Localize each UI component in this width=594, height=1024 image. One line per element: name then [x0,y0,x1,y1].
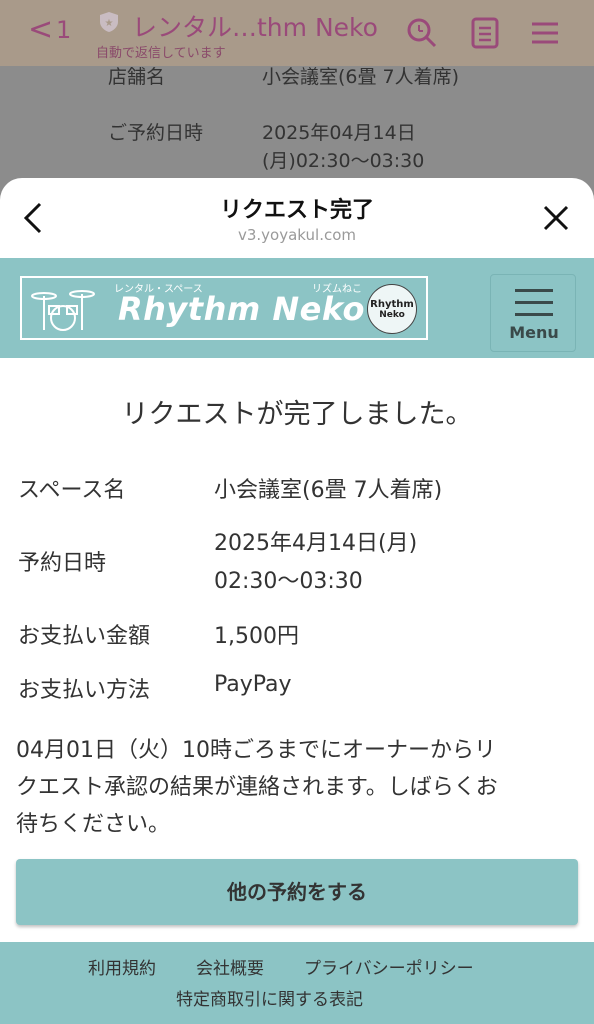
search-icon[interactable] [404,16,438,50]
bg-date-label: ご予約日時 [108,122,204,144]
sheet-url: v3.yoyakul.com [237,226,356,244]
notes-icon[interactable] [468,16,502,50]
logo-text: Rhythm Neko [118,290,365,328]
unread-count: 1 [56,16,72,44]
payment-method-label: お支払い方法 [18,678,151,703]
reservation-time-value: 02:30～03:30 [214,569,363,594]
site-footer: 利用規約 会社概要 プライバシーポリシー 特定商取引に関する表記 [0,942,594,1024]
chat-header: < 1 ★ レンタル…thm Neko 自動で返信しています [0,0,594,66]
chat-background: < 1 ★ レンタル…thm Neko 自動で返信しています 店舗名 小会議室(… [0,0,594,200]
bg-date-value-line1: 2025年04月14日 [262,122,416,144]
menu-label: Menu [509,323,559,342]
reservation-datetime-label: 予約日時 [18,551,107,576]
footer-link-privacy[interactable]: プライバシーポリシー [304,954,474,979]
chat-subtitle: 自動で返信しています [96,46,226,61]
chat-title: レンタル…thm Neko [132,13,378,42]
notice-line: 04月01日（火）10時ごろまでにオーナーからリ [16,738,496,763]
webview-sheet: リクエスト完了 v3.yoyakul.com レンタル・スペース リズムねこ R… [0,178,594,1024]
menu-bar-icon [515,289,553,292]
notice-line: 待ちください。 [16,812,171,837]
site-logo[interactable]: レンタル・スペース リズムねこ Rhythm Neko Rhythm Neko [20,276,428,340]
drum-kit-icon [31,290,95,331]
bg-store-label: 店舗名 [108,66,166,88]
approval-notice: 04月01日（火）10時ごろまでにオーナーからリ クエスト承認の結果が連絡されま… [16,732,582,843]
make-another-reservation-button[interactable]: 他の予約をする [16,859,578,925]
svg-text:★: ★ [105,18,114,29]
chat-back-button[interactable]: < [28,12,53,47]
close-icon[interactable] [540,202,572,234]
notice-line: クエスト承認の結果が連絡されます。しばらくお [16,775,498,800]
payment-method-value: PayPay [214,672,292,697]
bg-store-value: 小会議室(6畳 7人着席) [262,66,460,88]
site-menu-button[interactable]: Menu [490,274,576,352]
completion-heading: リクエストが完了しました。 [121,399,473,430]
logo-badge: Rhythm Neko [367,284,417,334]
reservation-date-value: 2025年4月14日(月) [214,531,418,556]
menu-bar-icon [515,301,553,304]
badge-line2: Neko [379,310,405,320]
space-name-value: 小会議室(6畳 7人着席) [214,478,443,503]
menu-bar-icon [515,313,553,316]
payment-amount-value: 1,500円 [214,624,299,649]
space-name-label: スペース名 [18,478,126,503]
bg-date-value-line2: (月)02:30～03:30 [262,150,425,172]
footer-link-commerce[interactable]: 特定商取引に関する表記 [176,985,363,1010]
hamburger-menu-icon[interactable] [528,16,562,50]
shield-icon: ★ [100,12,118,32]
badge-line1: Rhythm [370,299,414,310]
payment-amount-label: お支払い金額 [18,624,151,649]
sheet-title: リクエスト完了 [219,198,374,223]
footer-link-company[interactable]: 会社概要 [196,954,264,979]
footer-link-terms[interactable]: 利用規約 [88,954,156,979]
site-header: レンタル・スペース リズムねこ Rhythm Neko Rhythm Neko … [0,258,594,358]
